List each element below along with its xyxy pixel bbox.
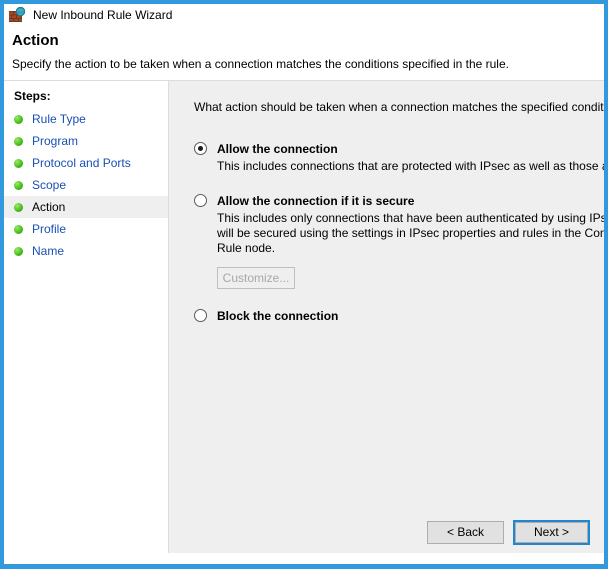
page-subtitle: Specify the action to be taken when a co… <box>12 57 596 72</box>
step-bullet-icon <box>14 225 23 234</box>
sidebar-item-rule-type[interactable]: Rule Type <box>4 108 168 130</box>
footer-bar: < Back Next > <box>169 511 604 553</box>
customize-button[interactable]: Customize... <box>217 267 295 289</box>
sidebar-item-label: Scope <box>32 177 66 193</box>
sidebar-item-label: Rule Type <box>32 111 86 127</box>
option-title: Allow the connection <box>217 141 338 157</box>
next-button-focus-ring: Next > <box>513 520 590 545</box>
sidebar-item-name[interactable]: Name <box>4 240 168 262</box>
option-title: Allow the connection if it is secure <box>217 193 414 209</box>
back-button[interactable]: < Back <box>427 521 504 544</box>
radio-allow-the-connection[interactable] <box>194 142 207 155</box>
sidebar-item-label: Profile <box>32 221 66 237</box>
option-title: Block the connection <box>217 308 338 324</box>
steps-heading: Steps: <box>4 81 168 108</box>
sidebar-item-label: Program <box>32 133 78 149</box>
option-head[interactable]: Allow the connection if it is secure <box>194 193 604 209</box>
option-allow-if-secure[interactable]: Allow the connection if it is secure Thi… <box>194 193 604 289</box>
window-title: New Inbound Rule Wizard <box>33 7 172 23</box>
step-bullet-icon <box>14 247 23 256</box>
radio-allow-the-connection-if-it-is-secure[interactable] <box>194 194 207 207</box>
sidebar-item-label: Protocol and Ports <box>32 155 131 171</box>
radio-block-the-connection[interactable] <box>194 309 207 322</box>
sidebar-item-profile[interactable]: Profile <box>4 218 168 240</box>
content-panel: What action should be taken when a conne… <box>169 80 604 553</box>
title-bar: New Inbound Rule Wizard <box>4 4 604 26</box>
firewall-globe-icon <box>9 7 26 23</box>
next-button[interactable]: Next > <box>515 522 588 543</box>
option-description: This includes connections that are prote… <box>194 159 604 174</box>
step-bullet-icon <box>14 181 23 190</box>
step-bullet-icon <box>14 137 23 146</box>
action-question-label: What action should be taken when a conne… <box>194 100 604 115</box>
option-head[interactable]: Block the connection <box>194 308 604 324</box>
sidebar-item-protocol-and-ports[interactable]: Protocol and Ports <box>4 152 168 174</box>
step-bullet-icon <box>14 115 23 124</box>
header-band: Action Specify the action to be taken wh… <box>4 26 604 80</box>
page-title: Action <box>12 32 596 50</box>
step-bullet-icon <box>14 203 23 212</box>
content-inner: What action should be taken when a conne… <box>169 81 604 324</box>
steps-sidebar: Steps: Rule Type Program Protocol and Po… <box>4 80 169 553</box>
step-bullet-icon <box>14 159 23 168</box>
sidebar-item-label: Action <box>32 199 65 215</box>
body-area: Steps: Rule Type Program Protocol and Po… <box>4 80 604 553</box>
option-block-the-connection[interactable]: Block the connection <box>194 308 604 324</box>
option-description: This includes only connections that have… <box>194 211 604 256</box>
option-allow-the-connection[interactable]: Allow the connection This includes conne… <box>194 141 604 174</box>
sidebar-item-label: Name <box>32 243 64 259</box>
sidebar-item-scope[interactable]: Scope <box>4 174 168 196</box>
sidebar-item-action[interactable]: Action <box>4 196 168 218</box>
new-inbound-rule-wizard-window: New Inbound Rule Wizard Action Specify t… <box>0 0 608 569</box>
option-head[interactable]: Allow the connection <box>194 141 604 157</box>
sidebar-item-program[interactable]: Program <box>4 130 168 152</box>
